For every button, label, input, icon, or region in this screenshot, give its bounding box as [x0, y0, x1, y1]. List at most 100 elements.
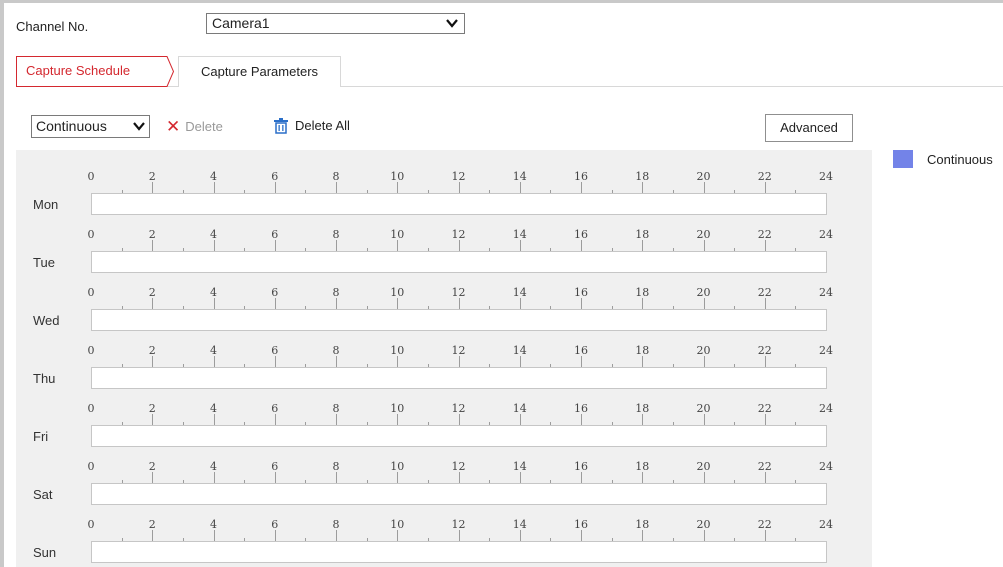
hour-tick	[214, 472, 215, 483]
hour-label: 0	[87, 460, 95, 473]
hour-label: 24	[819, 518, 833, 531]
hour-tick	[581, 472, 582, 483]
hour-tick	[765, 356, 766, 367]
hour-tick	[704, 414, 705, 425]
hour-tick	[336, 240, 337, 251]
hour-tick	[152, 182, 153, 193]
hour-label: 24	[819, 228, 833, 241]
hour-tick	[275, 356, 276, 367]
hour-tick	[152, 472, 153, 483]
hour-tick	[581, 298, 582, 309]
hour-tick	[765, 472, 766, 483]
delete-button[interactable]: ✕ Delete	[166, 118, 223, 135]
hour-tick	[214, 298, 215, 309]
hour-tick	[520, 530, 521, 541]
hour-tick	[642, 182, 643, 193]
hour-tick	[214, 414, 215, 425]
hour-tick	[397, 240, 398, 251]
hour-label: 0	[87, 170, 95, 183]
tab-capture-schedule-label: Capture Schedule	[26, 63, 131, 78]
hour-tick	[152, 414, 153, 425]
schedule-row-fri: Fri 0 2 4 6 8 10 12 14 16 18 20 22 24	[16, 382, 872, 447]
delete-all-label: Delete All	[295, 118, 350, 133]
hour-label: 24	[819, 286, 833, 299]
hour-tick	[704, 298, 705, 309]
hour-tick	[642, 530, 643, 541]
hour-label: 0	[87, 518, 95, 531]
hour-tick	[397, 298, 398, 309]
hour-tick	[704, 472, 705, 483]
hour-tick	[275, 182, 276, 193]
hour-label: 0	[87, 344, 95, 357]
hour-label: 0	[87, 286, 95, 299]
hour-tick	[765, 182, 766, 193]
hour-tick	[397, 356, 398, 367]
hour-tick	[336, 298, 337, 309]
channel-label: Channel No.	[16, 19, 89, 34]
tab-capture-parameters[interactable]: Capture Parameters	[178, 56, 341, 87]
tab-capture-parameters-label: Capture Parameters	[200, 64, 319, 79]
hour-tick	[275, 414, 276, 425]
hour-tick	[520, 356, 521, 367]
hour-tick	[214, 530, 215, 541]
hour-tick	[704, 356, 705, 367]
hour-tick	[581, 182, 582, 193]
hour-label: 24	[819, 170, 833, 183]
mode-select-value: Continuous	[36, 118, 107, 134]
hour-tick	[214, 182, 215, 193]
hour-tick	[581, 530, 582, 541]
legend-label: Continuous	[927, 152, 993, 167]
hour-tick	[520, 414, 521, 425]
hour-tick	[459, 414, 460, 425]
hour-tick	[704, 240, 705, 251]
hour-tick	[581, 414, 582, 425]
hour-tick	[459, 298, 460, 309]
hour-tick	[397, 472, 398, 483]
hour-label: 24	[819, 402, 833, 415]
hour-tick	[275, 240, 276, 251]
schedule-row-sat: Sat 0 2 4 6 8 10 12 14 16 18 20 22 24	[16, 440, 872, 505]
hour-tick	[397, 414, 398, 425]
hour-tick	[152, 298, 153, 309]
chevron-down-icon	[446, 19, 458, 28]
schedule-row-mon: Mon 0 2 4 6 8 10 12 14 16 18 20 22 24	[16, 150, 872, 215]
hour-tick	[704, 182, 705, 193]
channel-select-value: Camera1	[212, 15, 270, 31]
trash-icon	[274, 118, 288, 134]
hour-tick	[765, 240, 766, 251]
hour-tick	[459, 472, 460, 483]
hour-tick	[275, 298, 276, 309]
hour-tick	[459, 530, 460, 541]
hour-tick	[520, 182, 521, 193]
hour-label: 24	[819, 344, 833, 357]
hour-tick	[152, 356, 153, 367]
timebar-sun[interactable]	[91, 541, 827, 563]
chevron-down-icon	[133, 122, 145, 131]
legend-swatch-continuous	[893, 150, 913, 168]
hour-tick	[520, 298, 521, 309]
channel-select[interactable]: Camera1	[206, 13, 465, 34]
schedule-row-sun: Sun 0 2 4 6 8 10 12 14 16 18 20 22 24	[16, 498, 872, 563]
advanced-button[interactable]: Advanced	[765, 114, 853, 142]
tab-capture-schedule[interactable]: Capture Schedule	[16, 56, 175, 87]
hour-tick	[336, 472, 337, 483]
delete-all-button[interactable]: Delete All	[273, 118, 350, 134]
left-border	[0, 0, 4, 567]
hour-label: 0	[87, 402, 95, 415]
hour-tick	[459, 182, 460, 193]
mode-select[interactable]: Continuous	[31, 115, 150, 138]
hour-tick	[459, 240, 460, 251]
schedule-grid: Mon 0 2 4 6 8 10 12 14 16 18 20 22 24 Tue 0 2 4 6 8 10 12 14 16…	[16, 150, 872, 567]
hour-tick	[336, 530, 337, 541]
hour-label: 24	[819, 460, 833, 473]
hour-tick	[520, 472, 521, 483]
hour-tick	[765, 298, 766, 309]
hour-tick	[581, 240, 582, 251]
hour-tick	[642, 298, 643, 309]
hour-tick	[642, 414, 643, 425]
hour-tick	[397, 182, 398, 193]
delete-label: Delete	[185, 119, 223, 134]
schedule-row-wed: Wed 0 2 4 6 8 10 12 14 16 18 20 22 24	[16, 266, 872, 331]
top-border	[0, 0, 1003, 3]
hour-tick	[704, 530, 705, 541]
